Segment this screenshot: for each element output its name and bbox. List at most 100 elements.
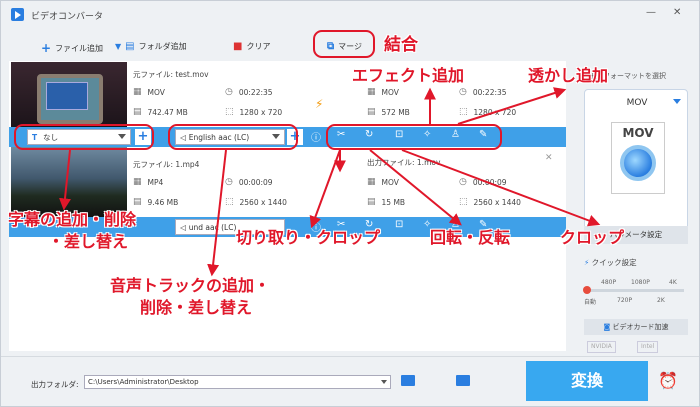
output-duration: ◷ 00:00:09 xyxy=(459,177,507,187)
filesize-icon: ▤ xyxy=(133,107,142,117)
merge-highlight xyxy=(313,30,375,58)
quality-label: 1080P xyxy=(631,279,650,286)
crop-icon[interactable]: ⊡ xyxy=(395,219,403,230)
video-thumbnail[interactable] xyxy=(11,62,127,127)
file-item: 元ファイル: 1.mp4 出力ファイル: 1.mov ✕ ▦ MP4 ◷ 00:00… xyxy=(9,147,566,219)
output-format: ▦ MOV xyxy=(367,177,399,187)
source-resolution: ⬚ 1280 x 720 xyxy=(225,107,283,117)
alarm-clock-icon[interactable]: ⏰ xyxy=(658,371,678,390)
minimize-icon[interactable]: — xyxy=(646,7,656,18)
gpu-icon: ◙ xyxy=(603,323,611,331)
format-card[interactable]: MOV MOV xyxy=(584,89,688,239)
app-logo-icon xyxy=(11,8,24,21)
add-folder-label: フォルダ追加 xyxy=(138,42,187,51)
output-resolution: ⬚ 2560 x 1440 xyxy=(459,197,521,207)
chevron-down-icon xyxy=(673,99,681,104)
add-file-label: ファイル追加 xyxy=(55,43,104,53)
title-bar: ビデオコンバータ — ✕ xyxy=(1,1,699,29)
intel-chip: Intel xyxy=(637,341,659,353)
format-icon: ▦ xyxy=(133,87,142,97)
clock-icon: ◷ xyxy=(459,177,467,187)
clock-icon: ◷ xyxy=(459,87,467,97)
source-file-name: 元ファイル: test.mov xyxy=(133,70,209,79)
video-thumbnail[interactable] xyxy=(11,147,127,217)
toolbar: + ファイル追加 ▼ ▤ フォルダ追加 ■ クリア ⧉ マージ xyxy=(1,35,566,61)
slider-handle[interactable] xyxy=(583,286,591,294)
subtitle-highlight xyxy=(14,124,154,150)
quality-label: 2K xyxy=(657,297,665,304)
source-format: ▦ MOV xyxy=(133,87,165,97)
output-folder-label: 出力フォルダ: xyxy=(31,380,79,389)
annotation-cut: 切り取り・クロップ xyxy=(236,228,381,247)
clock-icon: ◷ xyxy=(225,177,233,187)
source-duration: ◷ 00:00:09 xyxy=(225,177,273,187)
close-window-icon[interactable]: ✕ xyxy=(673,7,681,18)
quality-label: 480P xyxy=(601,279,617,286)
speaker-icon: ◁ xyxy=(180,222,186,232)
output-path-input[interactable]: C:\Users\Administrator\Desktop xyxy=(84,375,391,389)
annotation-subtitle-1: 字幕の追加・削除 xyxy=(8,210,137,229)
output-format-panel: 出力フォーマットを選択 MOV MOV パラメータ設定 ⚡ クイック設定 480… xyxy=(571,61,691,353)
folder-output-icon[interactable] xyxy=(456,375,470,386)
output-size: ▤ 572 MB xyxy=(367,107,410,117)
resolution-icon: ⬚ xyxy=(225,107,234,117)
source-file-name: 元ファイル: 1.mp4 xyxy=(133,160,200,169)
plus-icon: + xyxy=(41,41,52,55)
resolution-icon: ⬚ xyxy=(459,197,468,207)
file-list: 元ファイル: test.mov ▦ MOV ◷ 00:22:35 ▤ 742.47 M… xyxy=(9,61,566,351)
clear-label: クリア xyxy=(246,42,271,51)
nvidia-chip: NVIDIA xyxy=(587,341,616,353)
add-folder-button[interactable]: ▼ ▤ フォルダ追加 xyxy=(115,41,187,52)
annotation-crop: クロップ xyxy=(560,228,625,247)
quality-label: 自動 xyxy=(584,299,597,306)
output-size: ▤ 15 MB xyxy=(367,197,406,207)
edit-tools-highlight xyxy=(326,124,502,150)
app-title: ビデオコンバータ xyxy=(31,12,104,22)
annotation-merge: 結合 xyxy=(384,35,418,55)
convert-button[interactable]: 変換 xyxy=(526,361,648,401)
annotation-effect: エフェクト追加 xyxy=(352,66,465,85)
filesize-icon: ▤ xyxy=(367,107,376,117)
filesize-icon: ▤ xyxy=(367,197,376,207)
quick-settings-label: ⚡ クイック設定 xyxy=(584,258,637,267)
filesize-icon: ▤ xyxy=(133,197,142,207)
quality-slider[interactable] xyxy=(584,289,684,292)
format-icon: ▦ xyxy=(367,177,376,187)
lightning-icon: ⚡ xyxy=(584,258,590,267)
format-icon: ▦ xyxy=(133,177,142,187)
quality-label: 4K xyxy=(669,279,677,286)
audio-highlight xyxy=(168,124,298,150)
convert-arrow-icon: ⚡ xyxy=(315,97,324,111)
add-file-button[interactable]: + ファイル追加 xyxy=(41,41,103,55)
folder-open-icon[interactable] xyxy=(401,375,415,386)
source-duration: ◷ 00:22:35 xyxy=(225,87,273,97)
output-duration: ◷ 00:22:35 xyxy=(459,87,507,97)
annotation-audio-1: 音声トラックの追加・ xyxy=(110,276,271,295)
annotation-audio-2: 削除・差し替え xyxy=(140,298,253,317)
mov-format-icon: MOV xyxy=(611,122,665,194)
source-size: ▤ 742.47 MB xyxy=(133,107,188,117)
chevron-down-icon xyxy=(381,380,387,384)
info-icon[interactable]: ⓘ xyxy=(311,129,321,144)
annotation-watermark: 透かし追加 xyxy=(528,66,609,85)
app-window: ビデオコンバータ — ✕ + ファイル追加 ▼ ▤ フォルダ追加 ■ クリア ⧉… xyxy=(0,0,700,407)
resolution-icon: ⬚ xyxy=(225,197,234,207)
output-format: ▦ MOV xyxy=(367,87,399,97)
output-file-name: 出力ファイル: 1.mov xyxy=(367,158,441,167)
remove-file-icon[interactable]: ✕ xyxy=(545,153,553,163)
quality-label: 720P xyxy=(617,297,633,304)
annotation-subtitle-2: ・差し替え xyxy=(48,232,129,251)
clock-icon: ◷ xyxy=(225,87,233,97)
folder-icon: ▤ xyxy=(125,41,135,52)
source-format: ▦ MP4 xyxy=(133,177,164,187)
gpu-accel-toggle[interactable]: ◙ ビデオカード加速 xyxy=(584,319,688,335)
trash-icon: ■ xyxy=(233,41,243,52)
format-icon: ▦ xyxy=(367,87,376,97)
chevron-down-icon: ▼ xyxy=(115,42,122,51)
clear-button[interactable]: ■ クリア xyxy=(233,41,270,52)
annotation-rotate: 回転・反転 xyxy=(430,228,511,247)
source-size: ▤ 9.46 MB xyxy=(133,197,179,207)
source-resolution: ⬚ 2560 x 1440 xyxy=(225,197,287,207)
output-resolution: ⬚ 1280 x 720 xyxy=(459,107,517,117)
resolution-icon: ⬚ xyxy=(459,107,468,117)
